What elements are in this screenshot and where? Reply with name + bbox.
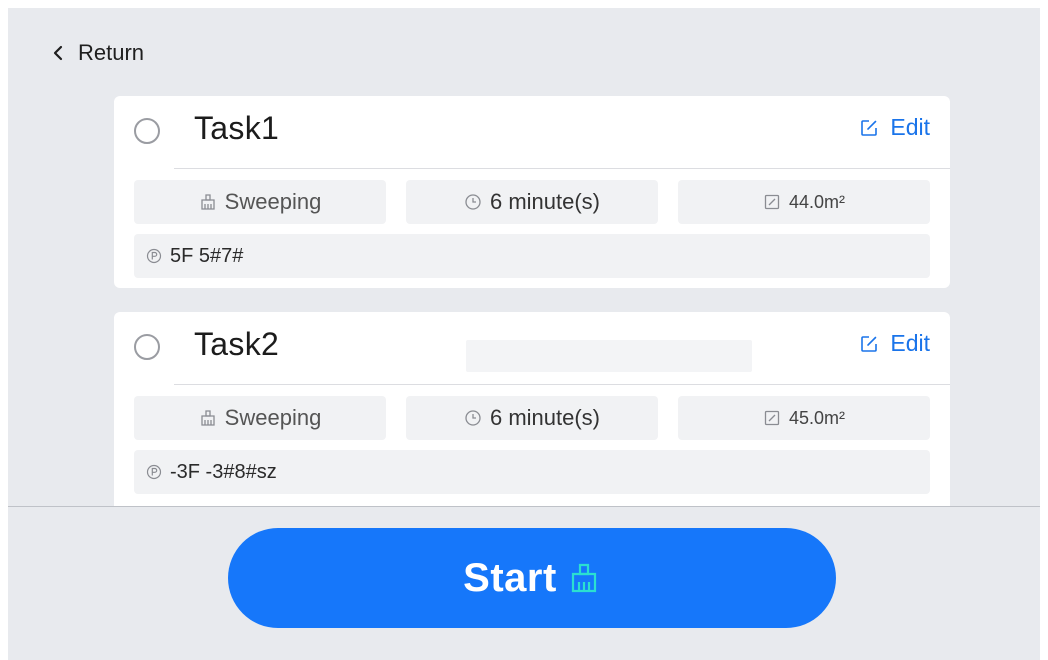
clock-icon	[464, 193, 482, 211]
broom-icon	[567, 561, 601, 595]
area-chip: 44.0m²	[678, 180, 930, 224]
location-label: -3F -3#8#sz	[170, 460, 277, 483]
footer-divider	[8, 506, 1040, 507]
edit-icon	[860, 119, 878, 137]
location-chip: 5F 5#7#	[134, 234, 930, 278]
task-select-radio[interactable]	[134, 118, 160, 144]
area-icon	[763, 409, 781, 427]
divider	[174, 384, 950, 385]
location-label: 5F 5#7#	[170, 244, 244, 267]
clock-icon	[464, 409, 482, 427]
pin-icon	[146, 464, 162, 480]
task-list[interactable]: Task1 Edit Sweeping 6 minute(s) 44.0m² 5…	[8, 8, 1040, 506]
area-label: 45.0m²	[788, 407, 846, 428]
mode-label: Sweeping	[224, 189, 322, 214]
mode-chip: Sweeping	[134, 396, 386, 440]
area-icon	[763, 193, 781, 211]
edit-label: Edit	[890, 114, 930, 140]
duration-label: 6 minute(s)	[489, 405, 601, 430]
task-name: Task2	[194, 326, 280, 362]
task-card: Task2 Edit Sweeping 6 minute(s) 45.0m² -…	[114, 312, 950, 506]
start-label: Start	[463, 555, 557, 600]
start-button[interactable]: Start	[228, 528, 836, 628]
edit-label: Edit	[890, 330, 930, 356]
placeholder-block	[466, 340, 752, 372]
task-name: Task1	[194, 110, 280, 146]
edit-button[interactable]: Edit	[860, 114, 930, 141]
duration-label: 6 minute(s)	[489, 189, 601, 214]
edit-icon	[860, 335, 878, 353]
location-chip: -3F -3#8#sz	[134, 450, 930, 494]
edit-button[interactable]: Edit	[860, 330, 930, 357]
area-label: 44.0m²	[788, 191, 846, 212]
task-select-radio[interactable]	[134, 334, 160, 360]
broom-icon	[199, 193, 217, 211]
duration-chip: 6 minute(s)	[406, 396, 658, 440]
pin-icon	[146, 248, 162, 264]
divider	[174, 168, 950, 169]
duration-chip: 6 minute(s)	[406, 180, 658, 224]
area-chip: 45.0m²	[678, 396, 930, 440]
app-screen: Return Task1 Edit Sweeping 6 minute(s) 4…	[8, 8, 1040, 660]
mode-chip: Sweeping	[134, 180, 386, 224]
broom-icon	[199, 409, 217, 427]
mode-label: Sweeping	[224, 405, 322, 430]
task-card: Task1 Edit Sweeping 6 minute(s) 44.0m² 5…	[114, 96, 950, 288]
